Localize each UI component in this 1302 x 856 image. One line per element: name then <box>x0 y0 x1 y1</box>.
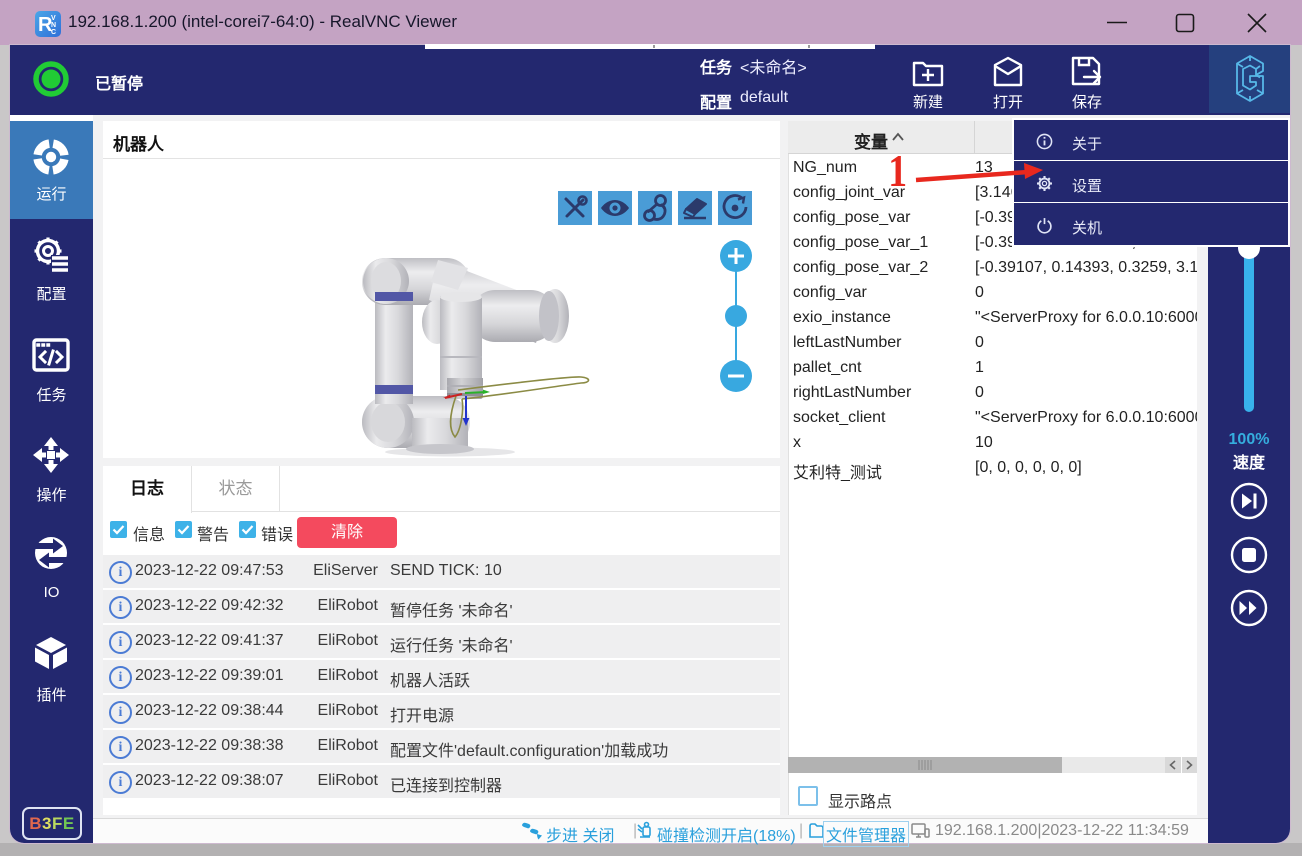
svg-text:C: C <box>51 29 56 36</box>
svg-text:N: N <box>51 22 56 29</box>
svg-text:V: V <box>51 15 56 22</box>
svg-text:1: 1 <box>888 147 907 194</box>
